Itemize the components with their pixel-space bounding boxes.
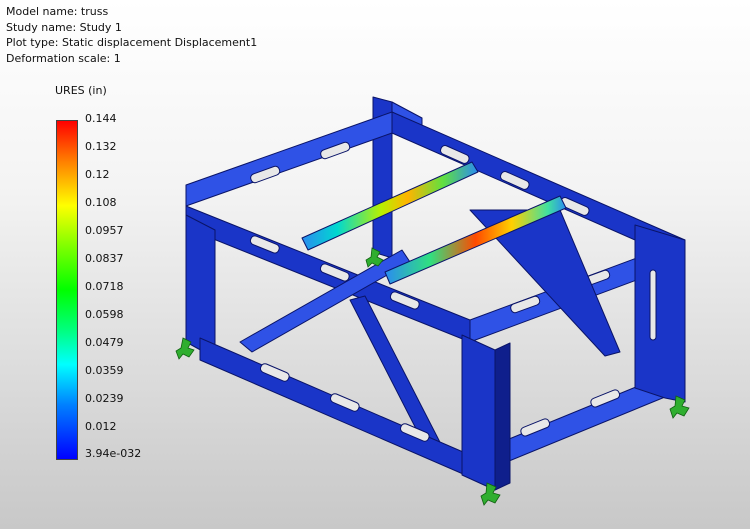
truss-model-viewport[interactable] (0, 0, 750, 529)
truss-frame (185, 96, 686, 491)
